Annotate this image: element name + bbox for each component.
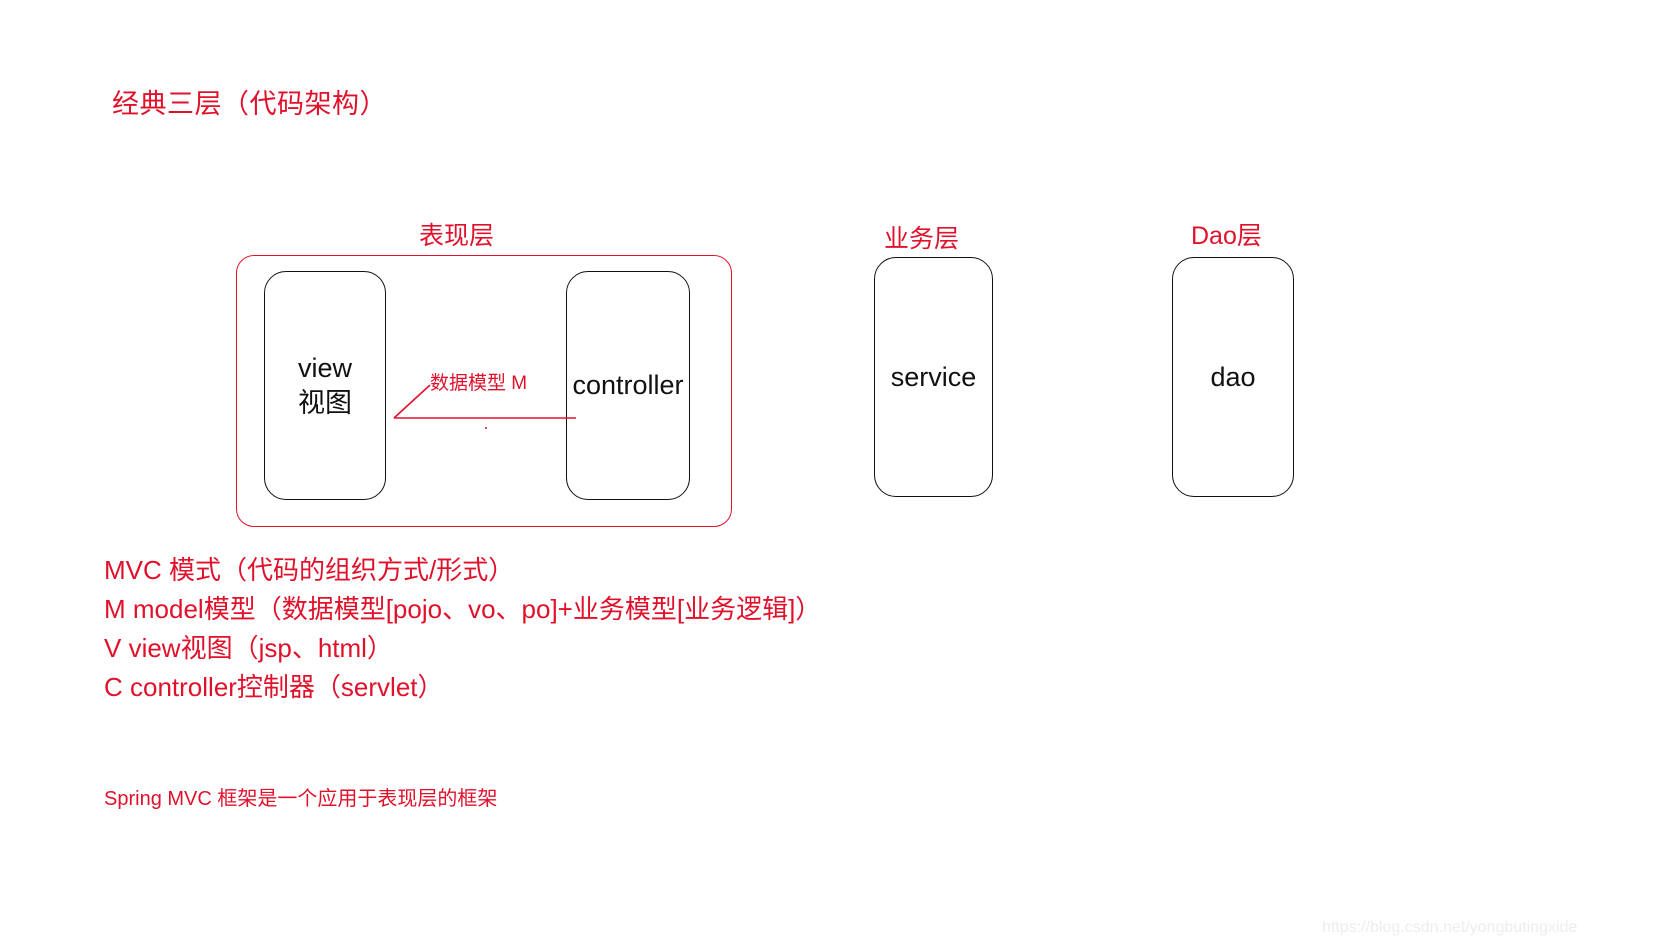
diagram-canvas: 经典三层（代码架构） 表现层 业务层 Dao层 view 视图 controll…	[0, 0, 1656, 951]
component-label-view: view 视图	[297, 352, 352, 418]
mvc-note-line: C controller控制器（servlet）	[104, 672, 444, 702]
layer-caption-dao: Dao层	[1191, 222, 1262, 250]
mvc-notes-block: MVC 模式（代码的组织方式/形式） M model模型（数据模型[pojo、v…	[104, 551, 821, 707]
mvc-note-line: MVC 模式（代码的组织方式/形式）	[104, 555, 515, 585]
component-label-service: service	[890, 361, 977, 392]
component-label-dao: dao	[1210, 361, 1256, 392]
layer-caption-presentation: 表现层	[419, 222, 495, 250]
component-box-controller: controller	[566, 271, 690, 500]
mvc-note-line: V view视图（jsp、html）	[104, 633, 393, 663]
layer-caption-business: 业务层	[884, 225, 960, 253]
watermark: https://blog.csdn.net/yongbutingxide	[1322, 919, 1578, 936]
page-title: 经典三层（代码架构）	[112, 89, 387, 119]
component-box-view: view 视图	[264, 271, 386, 500]
component-box-dao: dao	[1172, 257, 1294, 497]
data-model-arrow-label: 数据模型 M	[430, 373, 528, 394]
component-label-controller: controller	[572, 370, 684, 401]
footer-note: Spring MVC 框架是一个应用于表现层的框架	[104, 788, 498, 810]
component-box-service: service	[874, 257, 993, 497]
mvc-note-line: M model模型（数据模型[pojo、vo、po]+业务模型[业务逻辑]）	[104, 594, 822, 624]
